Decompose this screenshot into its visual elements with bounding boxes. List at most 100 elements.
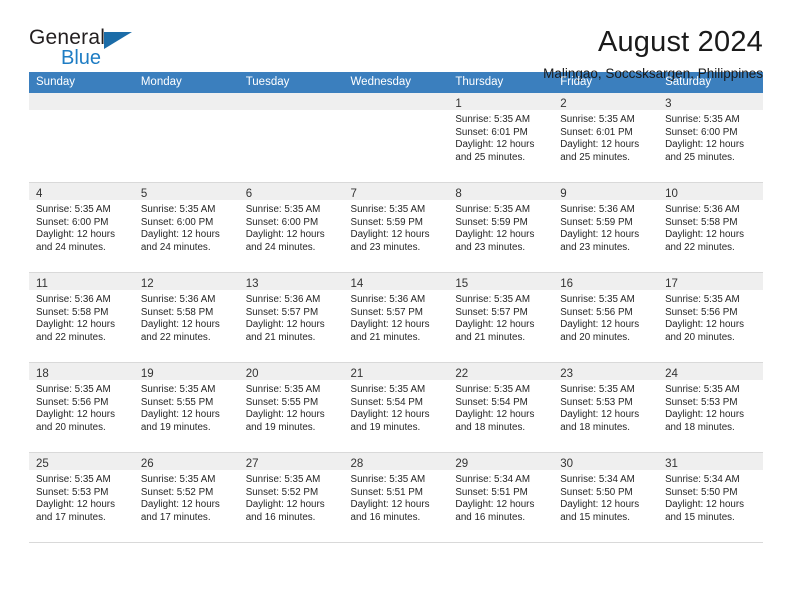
daylight-duration-line2: and 21 minutes. — [245, 331, 316, 343]
day-number: 5 — [140, 188, 148, 200]
calendar-page: General Blue August 2024 Malingao, Soccs… — [0, 0, 792, 612]
daylight-duration-line2: and 24 minutes. — [245, 241, 316, 253]
day-number: 1 — [455, 98, 462, 110]
calendar-day-cell[interactable]: 1 Sunrise: 5:35 AM Sunset: 6:01 PM Daylight… — [448, 92, 554, 183]
calendar-day-cell[interactable]: 25 Sunrise: 5:35 AM Sunset: 5:53 PM Dayligh… — [29, 452, 134, 543]
daylight-duration-line1: Daylight: 12 hours — [140, 409, 220, 421]
sunset-time: Sunset: 5:57 PM — [245, 306, 319, 318]
sunset-time: Sunset: 5:58 PM — [140, 306, 214, 318]
sunrise-time: Sunrise: 5:36 AM — [245, 294, 321, 305]
day-cell-details: Sunrise: 5:35 AM Sunset: 5:56 PM Daylight:… — [658, 290, 763, 344]
day-cell-inner: 20 Sunrise: 5:35 AM Sunset: 5:55 PM Dayligh… — [238, 363, 344, 452]
daylight-duration-line2: and 18 minutes. — [560, 421, 630, 433]
day-cell-details: Sunrise: 5:35 AM Sunset: 5:52 PM Daylight:… — [239, 470, 344, 524]
sunrise-time: Sunrise: 5:35 AM — [140, 384, 216, 395]
day-cell-details: Sunrise: 5:35 AM Sunset: 5:57 PM Daylight:… — [448, 290, 553, 344]
calendar-day-cell[interactable]: 10 Sunrise: 5:36 AM Sunset: 5:58 PM Dayligh… — [658, 182, 763, 273]
day-number-band: 9 — [553, 183, 659, 200]
sunset-time: Sunset: 5:52 PM — [245, 486, 319, 498]
calendar-day-cell[interactable]: 18 Sunrise: 5:35 AM Sunset: 5:56 PM Dayligh… — [29, 362, 134, 453]
day-cell-inner: 18 Sunrise: 5:35 AM Sunset: 5:56 PM Dayligh… — [29, 363, 134, 452]
sunrise-time: Sunrise: 5:35 AM — [36, 384, 111, 395]
daylight-duration-line1: Daylight: 12 hours — [665, 319, 745, 331]
daylight-duration-line2: and 17 minutes. — [36, 511, 106, 523]
calendar-day-cell[interactable]: 20 Sunrise: 5:35 AM Sunset: 5:55 PM Dayligh… — [238, 362, 344, 453]
day-cell-inner: 13 Sunrise: 5:36 AM Sunset: 5:57 PM Dayligh… — [238, 273, 344, 362]
calendar-week-row: 25 Sunrise: 5:35 AM Sunset: 5:53 PM Dayligh… — [29, 452, 763, 543]
calendar-day-cell[interactable]: 8 Sunrise: 5:35 AM Sunset: 5:59 PM Daylight… — [448, 182, 554, 273]
calendar-day-cell[interactable]: 6 Sunrise: 5:35 AM Sunset: 6:00 PM Daylight… — [238, 182, 344, 273]
sunset-time: Sunset: 5:55 PM — [140, 396, 214, 408]
day-number: 23 — [560, 368, 574, 380]
calendar-day-cell[interactable]: 11 Sunrise: 5:36 AM Sunset: 5:58 PM Dayligh… — [29, 272, 134, 363]
day-number: 25 — [36, 458, 49, 470]
calendar-day-cell[interactable]: 29 Sunrise: 5:34 AM Sunset: 5:51 PM Dayligh… — [448, 452, 554, 543]
daylight-duration-line2: and 15 minutes. — [665, 511, 735, 523]
calendar-day-cell[interactable]: 31 Sunrise: 5:34 AM Sunset: 5:50 PM Dayligh… — [658, 452, 763, 543]
calendar-day-cell[interactable]: 23 Sunrise: 5:35 AM Sunset: 5:53 PM Dayligh… — [553, 362, 659, 453]
day-number-band: 25 — [29, 453, 134, 470]
calendar-day-cell[interactable]: 4 Sunrise: 5:35 AM Sunset: 6:00 PM Daylight… — [29, 182, 134, 273]
daylight-duration-line1: Daylight: 12 hours — [665, 409, 745, 421]
general-blue-logo[interactable]: General Blue — [29, 26, 149, 74]
day-cell-inner: 11 Sunrise: 5:36 AM Sunset: 5:58 PM Dayligh… — [29, 273, 134, 362]
day-cell-inner — [29, 93, 134, 182]
daylight-duration-line1: Daylight: 12 hours — [245, 229, 325, 241]
calendar-day-cell[interactable]: 12 Sunrise: 5:36 AM Sunset: 5:58 PM Dayligh… — [133, 272, 239, 363]
calendar-day-cell[interactable]: 19 Sunrise: 5:35 AM Sunset: 5:55 PM Dayligh… — [133, 362, 239, 453]
daylight-duration-line2: and 23 minutes. — [455, 241, 526, 253]
sunrise-time: Sunrise: 5:36 AM — [665, 204, 740, 215]
calendar-day-cell[interactable]: 7 Sunrise: 5:35 AM Sunset: 5:59 PM Daylight… — [343, 182, 449, 273]
calendar-day-cell[interactable]: 15 Sunrise: 5:35 AM Sunset: 5:57 PM Dayligh… — [448, 272, 554, 363]
day-number: 30 — [560, 458, 574, 470]
day-cell-details: Sunrise: 5:35 AM Sunset: 6:00 PM Daylight:… — [29, 200, 134, 254]
calendar-day-cell[interactable]: 13 Sunrise: 5:36 AM Sunset: 5:57 PM Dayligh… — [238, 272, 344, 363]
day-cell-inner: 16 Sunrise: 5:35 AM Sunset: 5:56 PM Dayligh… — [553, 273, 659, 362]
sunset-time: Sunset: 5:50 PM — [560, 486, 633, 498]
calendar-day-cell[interactable]: 16 Sunrise: 5:35 AM Sunset: 5:56 PM Dayligh… — [553, 272, 659, 363]
day-cell-inner: 10 Sunrise: 5:36 AM Sunset: 5:58 PM Dayligh… — [658, 183, 763, 272]
day-number-band: 16 — [553, 273, 659, 290]
day-number-band: 15 — [448, 273, 554, 290]
day-number: 3 — [665, 98, 672, 110]
calendar-day-cell[interactable]: 26 Sunrise: 5:35 AM Sunset: 5:52 PM Dayligh… — [133, 452, 239, 543]
weekday-header-wednesday: Wednesday — [343, 72, 449, 93]
day-number: 19 — [140, 368, 154, 380]
sunset-time: Sunset: 6:00 PM — [665, 126, 738, 138]
daylight-duration-line1: Daylight: 12 hours — [455, 229, 535, 241]
daylight-duration-line1: Daylight: 12 hours — [245, 319, 325, 331]
calendar-day-cell[interactable]: 3 Sunrise: 5:35 AM Sunset: 6:00 PM Daylight… — [658, 92, 763, 183]
calendar-day-cell[interactable]: 21 Sunrise: 5:35 AM Sunset: 5:54 PM Dayligh… — [343, 362, 449, 453]
calendar-day-cell[interactable]: 27 Sunrise: 5:35 AM Sunset: 5:52 PM Dayligh… — [238, 452, 344, 543]
day-number: 17 — [665, 278, 678, 290]
calendar-day-cell[interactable]: 5 Sunrise: 5:35 AM Sunset: 6:00 PM Daylight… — [133, 182, 239, 273]
day-number: 22 — [455, 368, 469, 380]
daylight-duration-line2: and 25 minutes. — [665, 151, 735, 163]
sunset-time: Sunset: 6:01 PM — [455, 126, 528, 138]
day-cell-inner: 31 Sunrise: 5:34 AM Sunset: 5:50 PM Dayligh… — [658, 453, 763, 542]
calendar-day-cell[interactable]: 2 Sunrise: 5:35 AM Sunset: 6:01 PM Daylight… — [553, 92, 659, 183]
daylight-duration-line2: and 22 minutes. — [665, 241, 735, 253]
calendar-day-cell[interactable]: 14 Sunrise: 5:36 AM Sunset: 5:57 PM Dayligh… — [343, 272, 449, 363]
calendar-day-cell[interactable]: 28 Sunrise: 5:35 AM Sunset: 5:51 PM Dayligh… — [343, 452, 449, 543]
daylight-duration-line2: and 18 minutes. — [665, 421, 735, 433]
calendar-day-cell[interactable]: 30 Sunrise: 5:34 AM Sunset: 5:50 PM Dayligh… — [553, 452, 659, 543]
sunset-time: Sunset: 5:58 PM — [665, 216, 738, 228]
calendar-day-cell[interactable]: 9 Sunrise: 5:36 AM Sunset: 5:59 PM Daylight… — [553, 182, 659, 273]
calendar-week-row: 18 Sunrise: 5:35 AM Sunset: 5:56 PM Dayligh… — [29, 362, 763, 453]
day-cell-inner: 3 Sunrise: 5:35 AM Sunset: 6:00 PM Daylight… — [658, 93, 763, 182]
calendar-day-cell[interactable]: 22 Sunrise: 5:35 AM Sunset: 5:54 PM Dayligh… — [448, 362, 554, 453]
calendar-body: 1 Sunrise: 5:35 AM Sunset: 6:01 PM Daylight… — [29, 92, 763, 543]
day-number-band — [133, 93, 239, 110]
day-cell-details: Sunrise: 5:36 AM Sunset: 5:57 PM Daylight:… — [344, 290, 449, 344]
sunset-time: Sunset: 5:53 PM — [36, 486, 109, 498]
day-number-band: 6 — [238, 183, 344, 200]
day-number: 27 — [245, 458, 259, 470]
day-number-band: 13 — [238, 273, 344, 290]
day-number: 10 — [665, 188, 678, 200]
sunrise-time: Sunrise: 5:35 AM — [455, 204, 530, 215]
calendar-day-cell[interactable]: 17 Sunrise: 5:35 AM Sunset: 5:56 PM Dayligh… — [658, 272, 763, 363]
page-header: General Blue August 2024 Malingao, Soccs… — [29, 0, 763, 81]
calendar-day-cell[interactable]: 24 Sunrise: 5:35 AM Sunset: 5:53 PM Dayligh… — [658, 362, 763, 453]
day-number-band: 26 — [133, 453, 239, 470]
